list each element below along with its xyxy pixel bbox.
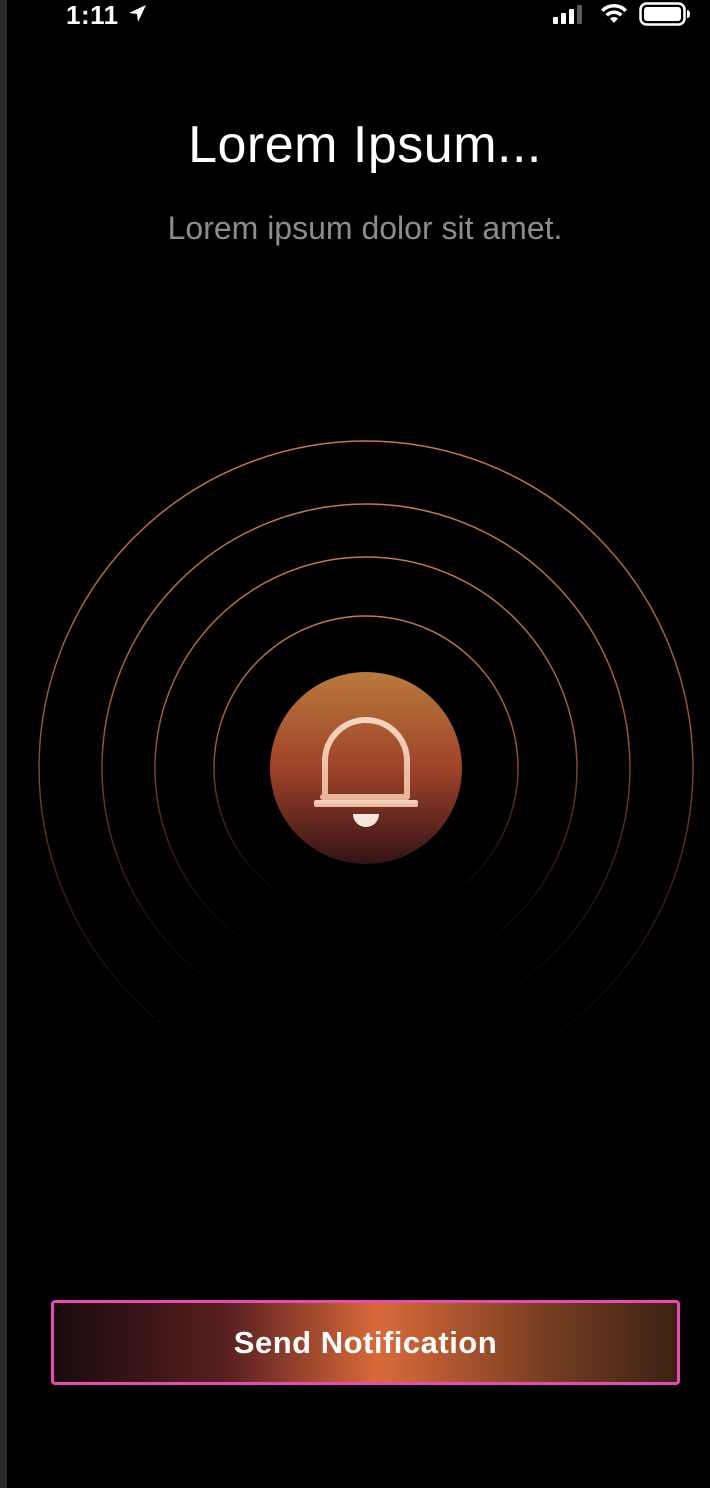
bell-button[interactable]: [270, 672, 462, 864]
bell-icon: [314, 717, 418, 827]
page-subtitle: Lorem ipsum dolor sit amet.: [167, 210, 563, 246]
wifi-icon: [601, 3, 627, 23]
location-arrow-icon: [129, 5, 146, 22]
battery-icon: [639, 2, 690, 26]
page-title: Lorem Ipsum...: [188, 116, 542, 174]
send-notification-button[interactable]: Send Notification: [51, 1300, 680, 1385]
status-time: 1:11: [66, 0, 119, 30]
cellular-signal-icon: [553, 5, 582, 24]
status-bar: 1:11: [0, 0, 710, 32]
